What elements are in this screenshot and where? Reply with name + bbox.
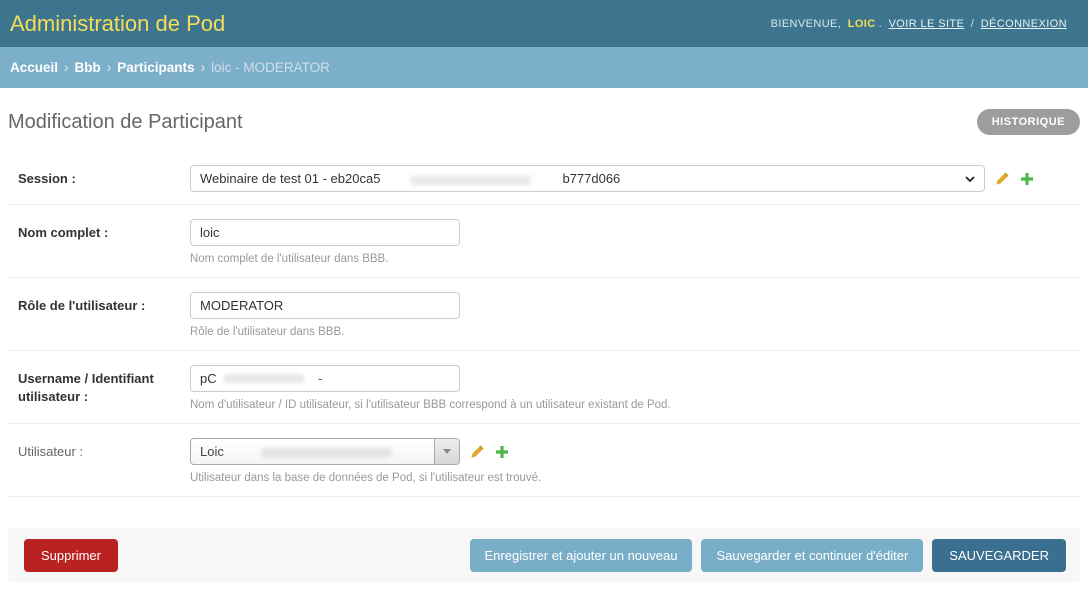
nom-complet-input[interactable] bbox=[190, 219, 460, 246]
form-row-nom-complet: Nom complet : Nom complet de l'utilisate… bbox=[8, 205, 1080, 278]
caret-down-icon bbox=[443, 449, 451, 454]
redacted-text bbox=[380, 173, 562, 185]
breadcrumb-bbb[interactable]: Bbb bbox=[75, 60, 101, 75]
select-dropdown-button[interactable] bbox=[434, 439, 459, 464]
session-label: Session : bbox=[8, 165, 190, 188]
form-row-utilisateur: Utilisateur : Loic bbox=[8, 424, 1080, 497]
dot-text: . bbox=[879, 18, 882, 30]
save-button[interactable]: SAUVEGARDER bbox=[932, 539, 1066, 572]
session-select[interactable]: Webinaire de test 01 - eb20ca5 b777d066 bbox=[190, 165, 985, 192]
save-continue-button[interactable]: Sauvegarder et continuer d'éditer bbox=[701, 539, 923, 572]
welcome-text: BIENVENUE, bbox=[771, 18, 842, 30]
page-title-row: Modification de Participant HISTORIQUE bbox=[8, 109, 1080, 135]
breadcrumb: Accueil › Bbb › Participants › loic - MO… bbox=[0, 47, 1088, 88]
submit-row: Supprimer Enregistrer et ajouter un nouv… bbox=[8, 528, 1080, 582]
history-button[interactable]: HISTORIQUE bbox=[977, 109, 1080, 135]
session-value-part2: b777d066 bbox=[562, 171, 620, 186]
form-row-session: Session : Webinaire de test 01 - eb20ca5… bbox=[8, 151, 1080, 205]
utilisateur-value: Loic bbox=[191, 439, 434, 464]
nom-complet-help: Nom complet de l'utilisateur dans BBB. bbox=[190, 253, 460, 265]
username-input[interactable] bbox=[190, 365, 460, 392]
breadcrumb-separator: › bbox=[107, 60, 112, 75]
app-header: Administration de Pod BIENVENUE, LOIC. V… bbox=[0, 0, 1088, 47]
logout-link[interactable]: DÉCONNEXION bbox=[981, 18, 1067, 30]
app-title: Administration de Pod bbox=[10, 11, 225, 37]
add-utilisateur-button[interactable] bbox=[495, 445, 509, 459]
role-help: Rôle de l'utilisateur dans BBB. bbox=[190, 326, 460, 338]
form-row-username: Username / Identifiant utilisateur : - N… bbox=[8, 351, 1080, 424]
save-add-another-button[interactable]: Enregistrer et ajouter un nouveau bbox=[470, 539, 693, 572]
user-tools: BIENVENUE, LOIC. VOIR LE SITE / DÉCONNEX… bbox=[771, 18, 1070, 30]
breadcrumb-separator: › bbox=[201, 60, 206, 75]
current-username: LOIC bbox=[848, 18, 876, 30]
participant-form: Session : Webinaire de test 01 - eb20ca5… bbox=[8, 151, 1080, 497]
role-label: Rôle de l'utilisateur : bbox=[8, 292, 190, 315]
role-input[interactable] bbox=[190, 292, 460, 319]
slash-separator: / bbox=[971, 18, 974, 30]
username-label: Username / Identifiant utilisateur : bbox=[8, 365, 190, 405]
save-buttons-group: Enregistrer et ajouter un nouveau Sauveg… bbox=[470, 539, 1067, 572]
delete-button[interactable]: Supprimer bbox=[24, 539, 118, 572]
utilisateur-help: Utilisateur dans la base de données de P… bbox=[190, 472, 541, 484]
edit-session-button[interactable] bbox=[995, 171, 1010, 186]
view-site-link[interactable]: VOIR LE SITE bbox=[889, 18, 965, 30]
plus-icon bbox=[495, 445, 509, 459]
utilisateur-label: Utilisateur : bbox=[8, 438, 190, 461]
pencil-icon bbox=[470, 444, 485, 459]
chevron-down-icon bbox=[964, 173, 976, 188]
session-value-part1: Webinaire de test 01 - eb20ca5 bbox=[200, 171, 380, 186]
edit-utilisateur-button[interactable] bbox=[470, 444, 485, 459]
breadcrumb-home[interactable]: Accueil bbox=[10, 60, 58, 75]
breadcrumb-separator: › bbox=[64, 60, 69, 75]
breadcrumb-participants[interactable]: Participants bbox=[117, 60, 194, 75]
form-row-role: Rôle de l'utilisateur : Rôle de l'utilis… bbox=[8, 278, 1080, 351]
add-session-button[interactable] bbox=[1020, 172, 1034, 186]
page-title: Modification de Participant bbox=[8, 111, 243, 134]
plus-icon bbox=[1020, 172, 1034, 186]
nom-complet-label: Nom complet : bbox=[8, 219, 190, 242]
breadcrumb-current: loic - MODERATOR bbox=[211, 60, 330, 75]
utilisateur-select[interactable]: Loic bbox=[190, 438, 460, 465]
pencil-icon bbox=[995, 171, 1010, 186]
username-help: Nom d'utilisateur / ID utilisateur, si l… bbox=[190, 399, 671, 411]
